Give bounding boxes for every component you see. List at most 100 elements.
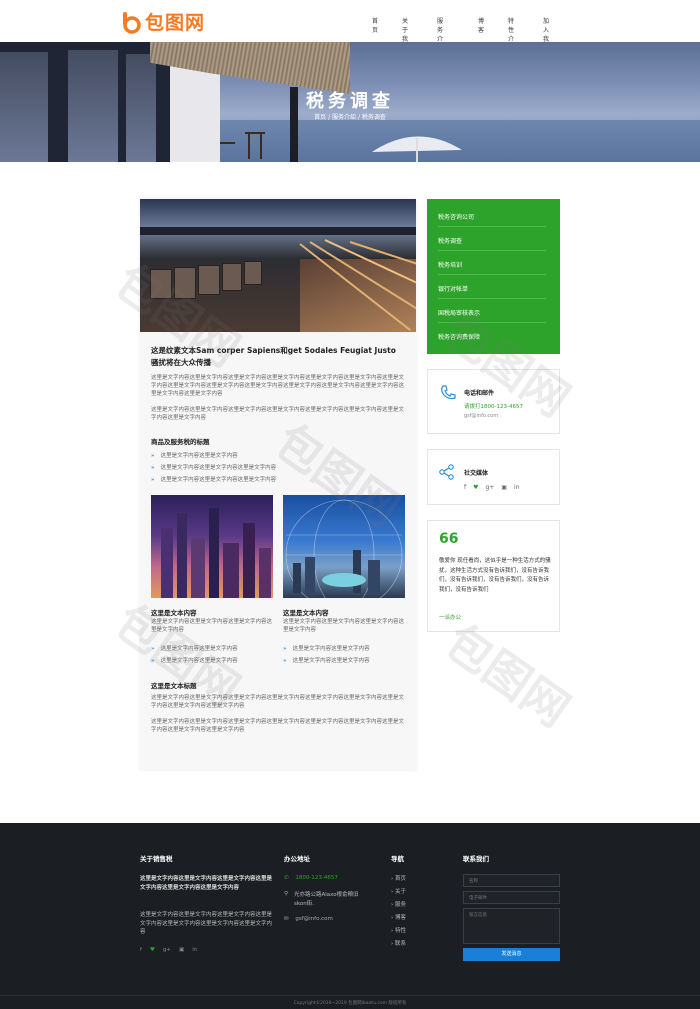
list-item: » 这里是文字内容这里是文字内容 bbox=[283, 644, 370, 652]
twitter-icon[interactable]: ♥ bbox=[473, 484, 478, 491]
quote-author: 一派办公 bbox=[439, 615, 462, 621]
footer-phone[interactable]: 1800-123-4657 bbox=[295, 875, 337, 881]
card-right-title: 这里是文本内容 bbox=[283, 609, 329, 617]
photo-tower bbox=[191, 538, 205, 598]
list-item: » 这里是文字内容这里是文字内容这里是文字内容 bbox=[151, 475, 276, 483]
linkedin-icon[interactable]: in bbox=[192, 947, 197, 953]
article-subheading: 这里是文本标题 bbox=[151, 682, 197, 690]
message-field[interactable]: 留言信息 bbox=[463, 908, 560, 944]
contact-email[interactable]: gsf@info.com bbox=[464, 413, 498, 419]
sidebar-item-irs-audit[interactable]: 国税局审核表示 bbox=[438, 308, 546, 323]
footer-contact-title: 联系我们 bbox=[463, 855, 489, 863]
twitter-icon[interactable]: ♥ bbox=[150, 947, 155, 953]
photo-tower bbox=[223, 543, 239, 598]
quote-box: 66 敬爱你 现任看尚，这似乎是一种生活方式的骚扰，这种生活方式没有告诉我们，没… bbox=[427, 520, 560, 632]
sidebar-item-bank-statement[interactable]: 银行对帐单 bbox=[438, 284, 546, 299]
article-paragraph: 这里是文字内容这里是文字内容这里是文字内容这里是文字内容这里是文字内容这里是文字… bbox=[151, 719, 405, 733]
globe-grid-icon bbox=[285, 499, 403, 598]
photo-bus bbox=[244, 261, 262, 285]
footer-about-title: 关于销售税 bbox=[140, 855, 173, 863]
footer-office-title: 办公地址 bbox=[284, 855, 310, 863]
article-heading: 这是纹素文本Sam corper Sapiens和get Sodales Feu… bbox=[151, 345, 406, 369]
send-message-button[interactable]: 发送消息 bbox=[463, 948, 560, 961]
footer-nav-link[interactable]: › 特性 bbox=[391, 925, 406, 938]
photo-tower bbox=[177, 513, 187, 598]
card-left-text: 这里是文字内容这里是文字内容这里是文字内容这里是文字内容 bbox=[151, 619, 273, 633]
name-field[interactable]: 名称 bbox=[463, 874, 560, 887]
footer-email-row: ✉ gsf@info.com bbox=[284, 916, 333, 922]
facebook-icon[interactable]: f bbox=[464, 484, 466, 491]
footer-phone-row: ✆ 1800-123-4657 bbox=[284, 875, 338, 881]
chevron-right-icon: » bbox=[151, 453, 155, 459]
logo-icon bbox=[122, 10, 142, 34]
google-plus-icon[interactable]: g+ bbox=[163, 947, 171, 953]
phone-icon: ✆ bbox=[284, 875, 289, 881]
location-pin-icon: ⚲ bbox=[284, 891, 289, 897]
article-paragraph: 这里是文字内容这里是文字内容这里是文字内容这里是文字内容这里是文字内容这里是文字… bbox=[151, 695, 405, 709]
footer-nav-link[interactable]: › 关于 bbox=[391, 886, 406, 899]
footer-about-text: 这里是文字内容这里是文字内容这里是文字内容这里是文字内容这里是文字内容这里是文字… bbox=[140, 912, 273, 935]
instagram-icon[interactable]: ▣ bbox=[501, 484, 507, 491]
linkedin-icon[interactable]: in bbox=[514, 484, 519, 491]
sidebar-item-tax-training[interactable]: 税务培训 bbox=[438, 260, 546, 275]
logo[interactable]: 包图网 bbox=[122, 8, 205, 35]
list-item-text: 这里是文字内容这里是文字内容 bbox=[292, 658, 370, 664]
photo-bus bbox=[222, 263, 242, 291]
footer-about-bold: 这里是文字内容这里是文字内容这里是文字内容这里是文字内容这里是文字内容这里是文字… bbox=[140, 876, 273, 891]
page-title: 税务调查 bbox=[306, 91, 394, 112]
contact-title: 电话和邮件 bbox=[464, 390, 495, 397]
chevron-right-icon: » bbox=[151, 465, 155, 471]
article-card: 这是纹素文本Sam corper Sapiens和get Sodales Feu… bbox=[140, 199, 416, 770]
instagram-icon[interactable]: ▣ bbox=[179, 947, 184, 953]
quote-text: 敬爱你 现任看尚，这似乎是一种生活方式的骚扰，这种生活方式没有告诉我们，没有告诉… bbox=[439, 558, 551, 593]
article-heading-line2: 骚扰将在大众传播 bbox=[151, 358, 211, 367]
phone-icon bbox=[441, 385, 456, 400]
footer-nav-list: › 首页 › 关于 › 服务 › 博客 › 特性 › 联系 bbox=[391, 873, 406, 951]
photo-bus bbox=[198, 265, 220, 295]
breadcrumb[interactable]: 首页 / 服务介绍 / 税务调查 bbox=[0, 112, 700, 121]
contact-phone[interactable]: 请拨打1800-123-4657 bbox=[464, 402, 523, 410]
list-item-text: 这里是文字内容这里是文字内容 bbox=[292, 646, 370, 652]
article-photo bbox=[140, 199, 416, 332]
quote-icon: 66 bbox=[439, 531, 459, 547]
list-item: » 这里是文字内容这里是文字内容 bbox=[151, 644, 238, 652]
footer-nav-link[interactable]: › 联系 bbox=[391, 938, 406, 951]
sidebar-item-fee-guarantee[interactable]: 税务咨询费保障 bbox=[438, 332, 546, 346]
footer-nav-link-label: 联系 bbox=[394, 941, 406, 947]
social-title: 社交媒体 bbox=[464, 470, 489, 477]
contact-box: 电话和邮件 请拨打1800-123-4657 gsf@info.com bbox=[427, 369, 560, 434]
copyright: Copyright©2016~2019 包图网ibaotu.com 版权所有 bbox=[0, 995, 700, 1006]
sidebar-item-tax-survey[interactable]: 税务调查 bbox=[438, 236, 546, 251]
footer-social: f ♥ g+ ▣ in bbox=[140, 947, 197, 953]
list-item-text: 这里是文字内容这里是文字内容 bbox=[160, 646, 238, 652]
social-box: 社交媒体 f ♥ g+ ▣ in bbox=[427, 449, 560, 505]
footer-nav-link[interactable]: › 首页 bbox=[391, 873, 406, 886]
footer-nav-link-label: 博客 bbox=[394, 915, 406, 921]
facebook-icon[interactable]: f bbox=[140, 947, 142, 953]
email-field[interactable]: 电子邮件 bbox=[463, 891, 560, 904]
chevron-right-icon: » bbox=[151, 646, 155, 652]
sidebar-item-tax-consulting[interactable]: 税务咨询公司 bbox=[438, 212, 546, 227]
card-right-text: 这里是文字内容这里是文字内容这里是文字内容这里是文字内容 bbox=[283, 619, 405, 633]
list-item-text: 这里是文字内容这里是文字内容这里是文字内容 bbox=[160, 477, 277, 483]
footer-nav-link-label: 服务 bbox=[394, 902, 406, 908]
chevron-right-icon: » bbox=[283, 646, 287, 652]
list-item-text: 这里是文字内容这里是文字内容这里是文字内容 bbox=[160, 465, 277, 471]
hero-banner: 税务调查 首页 / 服务介绍 / 税务调查 bbox=[0, 42, 700, 162]
nav-home[interactable]: 首页 bbox=[372, 16, 378, 34]
chevron-right-icon: » bbox=[151, 477, 155, 483]
list-item: » 这里是文字内容这里是文字内容 bbox=[283, 656, 370, 664]
footer-email[interactable]: gsf@info.com bbox=[295, 916, 333, 922]
chevron-right-icon: » bbox=[151, 658, 155, 664]
photo-tower bbox=[161, 528, 173, 598]
social-icons: f ♥ g+ ▣ in bbox=[464, 484, 520, 491]
list-item: » 这里是文字内容这里是文字内容这里是文字内容 bbox=[151, 463, 276, 471]
list-item: » 这里是文字内容这里是文字内容 bbox=[151, 451, 238, 459]
nav-blog[interactable]: 博客 bbox=[478, 16, 484, 34]
chevron-right-icon: » bbox=[283, 658, 287, 664]
footer-nav-link[interactable]: › 博客 bbox=[391, 912, 406, 925]
footer-nav-link-label: 关于 bbox=[394, 889, 406, 895]
google-plus-icon[interactable]: g+ bbox=[486, 484, 495, 491]
footer-nav-link[interactable]: › 服务 bbox=[391, 899, 406, 912]
article-heading-line1: 这是纹素文本Sam corper Sapiens和get Sodales Feu… bbox=[151, 346, 396, 355]
